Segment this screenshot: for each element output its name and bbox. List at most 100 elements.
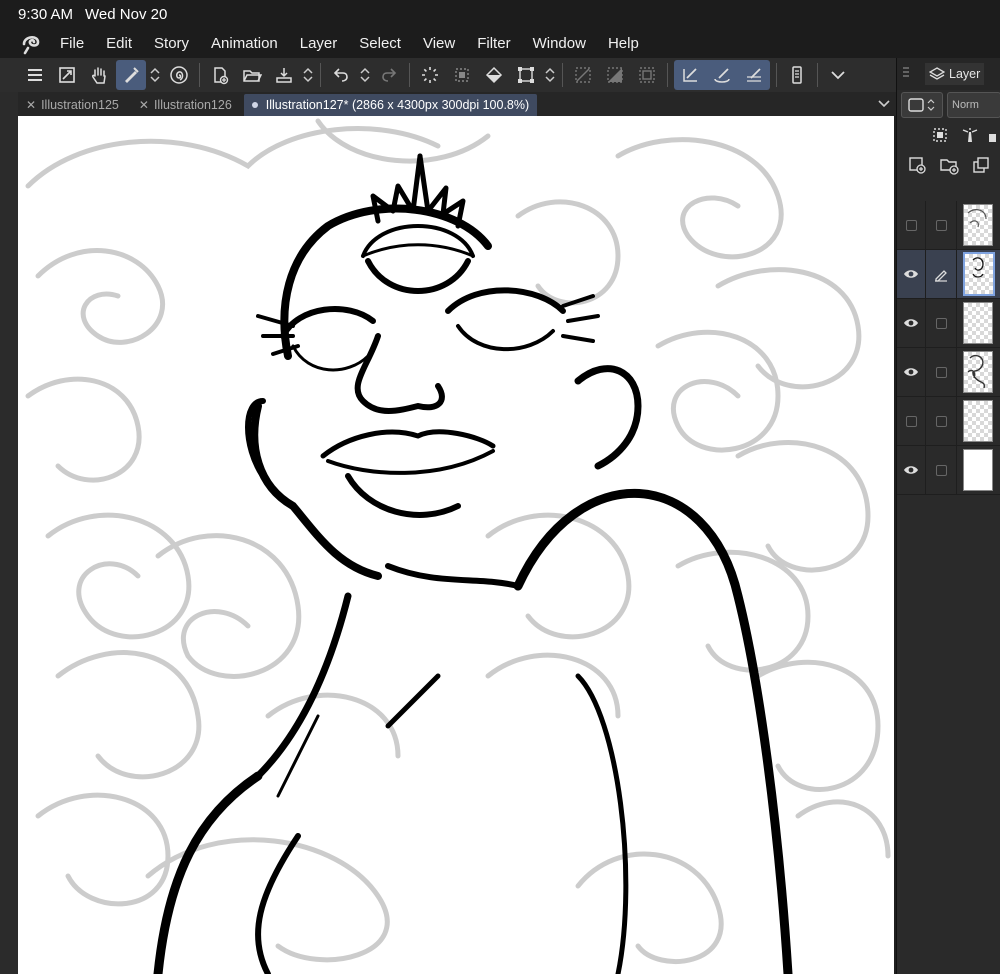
copy-layer-icon[interactable] <box>967 153 995 177</box>
close-tab-icon[interactable]: ✕ <box>26 98 36 112</box>
left-gutter: » <box>0 58 18 974</box>
lock-icon[interactable] <box>988 123 997 147</box>
menu-animation[interactable]: Animation <box>211 35 278 52</box>
edit-target-toggle[interactable] <box>925 348 957 396</box>
menu-edit[interactable]: Edit <box>106 35 132 52</box>
fit-canvas-icon[interactable] <box>52 60 82 90</box>
blend-mode-value: Norm <box>952 99 979 111</box>
open-folder-icon[interactable] <box>237 60 267 90</box>
menu-file[interactable]: File <box>60 35 84 52</box>
device-settings-icon[interactable] <box>782 60 812 90</box>
snap-grid-icon[interactable] <box>739 60 769 90</box>
blend-mode-select[interactable]: Norm <box>947 92 1000 118</box>
checkbox-icon <box>935 415 947 427</box>
tab-label: Illustration126 <box>153 98 232 112</box>
layer-row[interactable] <box>897 446 1000 495</box>
ruler-snap-group <box>674 60 770 90</box>
layer-row[interactable] <box>897 250 1000 299</box>
edit-target-toggle[interactable] <box>925 397 957 445</box>
visibility-toggle[interactable] <box>897 250 925 298</box>
layer-tab-label: Layer <box>949 67 981 81</box>
history-cycle-icon[interactable] <box>357 60 373 90</box>
checkbox-icon <box>935 366 947 378</box>
layer-actions-row <box>897 150 1000 180</box>
layer-row[interactable] <box>897 397 1000 446</box>
toolbar-divider <box>562 63 563 87</box>
transform-icon[interactable] <box>511 60 541 90</box>
modifier-tool-icon[interactable] <box>116 60 146 90</box>
command-bar <box>0 58 896 92</box>
redo-icon[interactable] <box>374 60 404 90</box>
selection-border-icon[interactable] <box>632 60 662 90</box>
layer-thumbnail <box>963 351 993 393</box>
pencil-icon <box>935 270 947 282</box>
close-tab-icon[interactable]: ✕ <box>139 98 149 112</box>
visibility-toggle[interactable] <box>897 299 925 347</box>
edit-target-toggle[interactable] <box>925 446 957 494</box>
invert-selection-icon[interactable] <box>600 60 630 90</box>
layer-row[interactable] <box>897 299 1000 348</box>
visibility-toggle[interactable] <box>897 446 925 494</box>
clock: 9:30 AM <box>18 5 74 23</box>
layer-tools-row <box>897 120 1000 150</box>
selection-cycle-icon[interactable] <box>542 60 558 90</box>
lighthouse-icon[interactable] <box>957 123 983 147</box>
clear-selection-icon[interactable] <box>568 60 598 90</box>
tab-label: Illustration127* (2866 x 4300px 300dpi 1… <box>265 98 530 112</box>
fill-icon[interactable] <box>479 60 509 90</box>
loading-spinner-icon[interactable] <box>415 60 445 90</box>
lineart-layer <box>153 153 793 974</box>
layer-thumbnail <box>963 302 993 344</box>
eye-icon <box>904 319 918 327</box>
artwork <box>25 118 891 974</box>
menu-window[interactable]: Window <box>533 35 586 52</box>
select-layer-icon[interactable] <box>447 60 477 90</box>
eye-icon <box>904 270 918 278</box>
tool-cycle-icon[interactable] <box>147 60 163 90</box>
snap-ruler-icon[interactable] <box>675 60 705 90</box>
tab-illustration127[interactable]: Illustration127* (2866 x 4300px 300dpi 1… <box>243 94 538 116</box>
menu-hamburger-icon[interactable] <box>20 60 50 90</box>
reference-layer-icon[interactable] <box>927 123 953 147</box>
visibility-toggle[interactable] <box>897 348 925 396</box>
save-icon[interactable] <box>269 60 299 90</box>
chevron-down-icon[interactable] <box>823 60 853 90</box>
menu-bar: File Edit Story Animation Layer Select V… <box>0 28 1000 58</box>
date: Wed Nov 20 <box>85 5 168 23</box>
menu-filter[interactable]: Filter <box>477 35 510 52</box>
new-raster-layer-icon[interactable] <box>903 153 931 177</box>
layer-row[interactable] <box>897 201 1000 250</box>
tabs-chevron-down-icon[interactable] <box>876 96 892 112</box>
drawing-canvas[interactable] <box>18 116 894 974</box>
app-logo-icon[interactable] <box>18 30 44 56</box>
menu-help[interactable]: Help <box>608 35 639 52</box>
menu-view[interactable]: View <box>423 35 455 52</box>
edit-target-toggle[interactable] <box>925 201 957 249</box>
menu-layer[interactable]: Layer <box>300 35 338 52</box>
checkbox-icon <box>935 219 947 231</box>
visibility-toggle[interactable] <box>897 397 925 445</box>
tab-illustration125[interactable]: ✕ Illustration125 <box>18 94 127 116</box>
layer-thumbnail <box>963 252 995 296</box>
panel-grip-icon[interactable] <box>901 65 911 83</box>
tab-illustration126[interactable]: ✕ Illustration126 <box>131 94 240 116</box>
spiral-icon[interactable] <box>164 60 194 90</box>
layer-color-select[interactable] <box>901 92 943 118</box>
layer-thumbnail <box>963 204 993 246</box>
undo-icon[interactable] <box>326 60 356 90</box>
layer-thumbnail <box>963 449 993 491</box>
new-canvas-icon[interactable] <box>205 60 235 90</box>
snap-special-ruler-icon[interactable] <box>707 60 737 90</box>
layer-panel-tab[interactable]: Layer <box>925 63 985 85</box>
new-folder-icon[interactable] <box>935 153 963 177</box>
status-bar: 9:30 AM Wed Nov 20 <box>0 0 1000 28</box>
edit-target-toggle[interactable] <box>925 250 957 298</box>
edit-target-toggle[interactable] <box>925 299 957 347</box>
eye-icon <box>904 368 918 376</box>
menu-select[interactable]: Select <box>359 35 401 52</box>
hand-tool-icon[interactable] <box>84 60 114 90</box>
layer-row[interactable] <box>897 348 1000 397</box>
visibility-toggle[interactable] <box>897 201 925 249</box>
file-cycle-icon[interactable] <box>300 60 316 90</box>
menu-story[interactable]: Story <box>154 35 189 52</box>
